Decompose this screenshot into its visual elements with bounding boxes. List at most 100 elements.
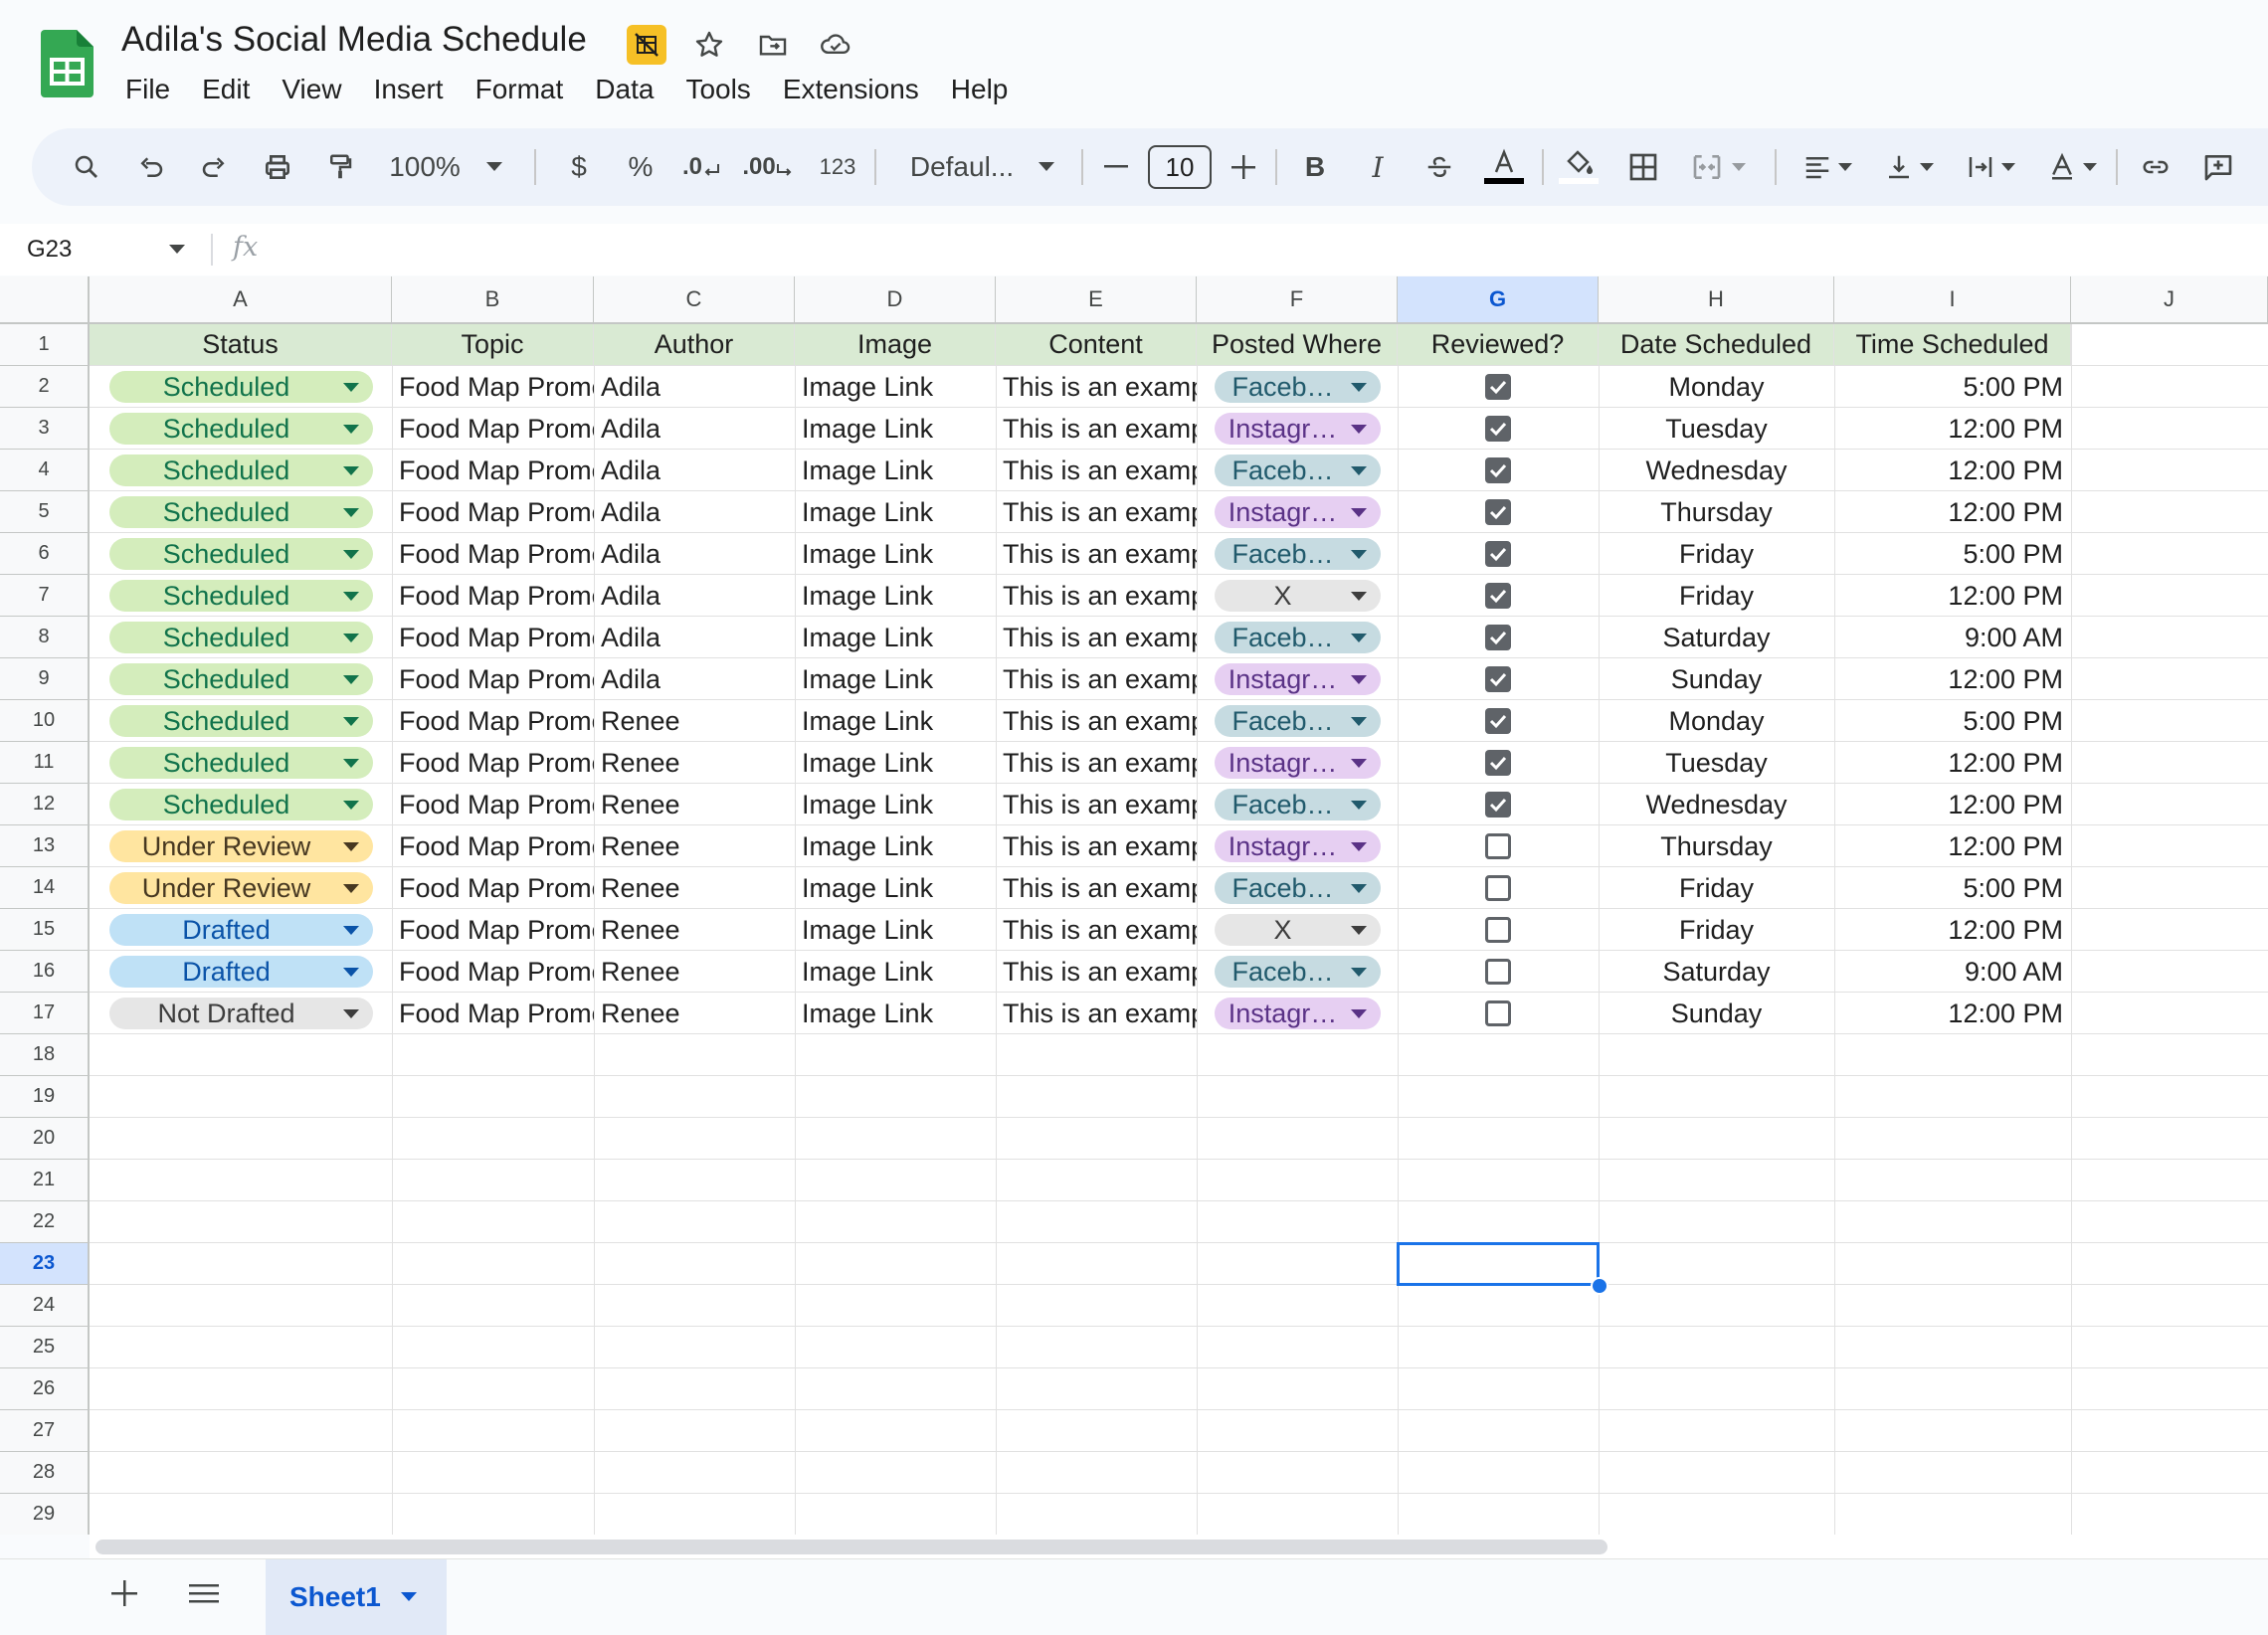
- merge-cells-icon[interactable]: [1678, 128, 1758, 206]
- reviewed-checkbox[interactable]: [1485, 625, 1511, 650]
- date-scheduled-cell[interactable]: Thursday: [1599, 491, 1834, 533]
- row-header-22[interactable]: 22: [0, 1201, 90, 1243]
- author-cell[interactable]: Adila: [594, 408, 795, 450]
- time-scheduled-cell[interactable]: 12:00 PM: [1834, 491, 2071, 533]
- topic-cell[interactable]: Food Map Promo: [392, 867, 594, 909]
- content-cell[interactable]: This is an example: [996, 700, 1197, 742]
- chevron-down-icon[interactable]: [343, 925, 359, 935]
- decrease-decimal-button[interactable]: .0: [676, 128, 726, 206]
- row-header-27[interactable]: 27: [0, 1410, 90, 1452]
- posted-where-dropdown[interactable]: Instagr…: [1215, 998, 1381, 1029]
- insert-comment-icon[interactable]: [2193, 128, 2243, 206]
- percent-format-button[interactable]: %: [621, 128, 661, 206]
- zoom-dropdown-icon[interactable]: [479, 128, 509, 206]
- print-icon[interactable]: [253, 128, 302, 206]
- horizontal-align-icon[interactable]: [1793, 128, 1862, 206]
- add-sheet-icon[interactable]: [104, 1573, 144, 1613]
- row-header-21[interactable]: 21: [0, 1160, 90, 1201]
- posted-where-dropdown[interactable]: Faceb…: [1215, 454, 1381, 486]
- chevron-down-icon[interactable]: [343, 967, 359, 977]
- column-header-i[interactable]: I: [1834, 276, 2071, 324]
- author-cell[interactable]: Adila: [594, 533, 795, 575]
- header-cell-author[interactable]: Author: [594, 324, 795, 366]
- reviewed-checkbox[interactable]: [1485, 541, 1511, 567]
- row-header-23[interactable]: 23: [0, 1243, 90, 1285]
- reviewed-checkbox[interactable]: [1485, 917, 1511, 943]
- move-to-folder-icon[interactable]: [753, 25, 793, 65]
- text-color-icon[interactable]: [1479, 128, 1529, 206]
- status-dropdown[interactable]: Scheduled: [109, 413, 373, 445]
- spreadsheet-grid[interactable]: A B C D E F G H I J 1 2 3 4 5 6 7 8 9 10 11 12 13 14 15 16 17 18 19 2…: [0, 276, 2268, 1535]
- chevron-down-icon[interactable]: [343, 465, 359, 475]
- star-icon[interactable]: [689, 25, 729, 65]
- image-cell[interactable]: Image Link: [795, 784, 996, 825]
- column-header-c[interactable]: C: [594, 276, 795, 324]
- time-scheduled-cell[interactable]: 12:00 PM: [1834, 825, 2071, 867]
- reviewed-checkbox[interactable]: [1485, 499, 1511, 525]
- status-dropdown[interactable]: Scheduled: [109, 580, 373, 612]
- chevron-down-icon[interactable]: [343, 883, 359, 893]
- posted-where-dropdown[interactable]: X: [1215, 580, 1381, 612]
- author-cell[interactable]: Adila: [594, 491, 795, 533]
- author-cell[interactable]: Renee: [594, 825, 795, 867]
- date-scheduled-cell[interactable]: Monday: [1599, 700, 1834, 742]
- author-cell[interactable]: Renee: [594, 909, 795, 951]
- chevron-down-icon[interactable]: [343, 716, 359, 726]
- row-header-26[interactable]: 26: [0, 1368, 90, 1410]
- status-dropdown[interactable]: Scheduled: [109, 789, 373, 820]
- time-scheduled-cell[interactable]: 9:00 AM: [1834, 951, 2071, 993]
- date-scheduled-cell[interactable]: Tuesday: [1599, 408, 1834, 450]
- chevron-down-icon[interactable]: [1351, 883, 1367, 893]
- status-dropdown[interactable]: Scheduled: [109, 371, 373, 403]
- time-scheduled-cell[interactable]: 12:00 PM: [1834, 784, 2071, 825]
- time-scheduled-cell[interactable]: 12:00 PM: [1834, 993, 2071, 1034]
- content-cell[interactable]: This is an example: [996, 742, 1197, 784]
- chevron-down-icon[interactable]: [1351, 633, 1367, 642]
- author-cell[interactable]: Renee: [594, 867, 795, 909]
- row-header-5[interactable]: 5: [0, 491, 90, 533]
- status-dropdown[interactable]: Scheduled: [109, 747, 373, 779]
- time-scheduled-cell[interactable]: 5:00 PM: [1834, 867, 2071, 909]
- chevron-down-icon[interactable]: [1351, 716, 1367, 726]
- image-cell[interactable]: Image Link: [795, 742, 996, 784]
- date-scheduled-cell[interactable]: Sunday: [1599, 658, 1834, 700]
- posted-where-dropdown[interactable]: Instagr…: [1215, 496, 1381, 528]
- posted-where-dropdown[interactable]: Faceb…: [1215, 538, 1381, 570]
- header-cell-content[interactable]: Content: [996, 324, 1197, 366]
- bold-button[interactable]: B: [1295, 128, 1335, 206]
- posted-where-dropdown[interactable]: Faceb…: [1215, 705, 1381, 737]
- row-header-1[interactable]: 1: [0, 324, 90, 366]
- row-header-2[interactable]: 2: [0, 366, 90, 408]
- strikethrough-icon[interactable]: [1419, 128, 1459, 206]
- time-scheduled-cell[interactable]: 5:00 PM: [1834, 533, 2071, 575]
- reviewed-checkbox[interactable]: [1485, 875, 1511, 901]
- chevron-down-icon[interactable]: [343, 841, 359, 851]
- menu-insert[interactable]: Insert: [358, 70, 460, 109]
- posted-where-dropdown[interactable]: Instagr…: [1215, 830, 1381, 862]
- row-header-13[interactable]: 13: [0, 825, 90, 867]
- chevron-down-icon[interactable]: [343, 633, 359, 642]
- time-scheduled-cell[interactable]: 9:00 AM: [1834, 617, 2071, 658]
- time-scheduled-cell[interactable]: 12:00 PM: [1834, 658, 2071, 700]
- topic-cell[interactable]: Food Map Promo: [392, 825, 594, 867]
- row-header-19[interactable]: 19: [0, 1076, 90, 1118]
- chevron-down-icon[interactable]: [343, 674, 359, 684]
- row-header-16[interactable]: 16: [0, 951, 90, 993]
- name-box-dropdown-icon[interactable]: [169, 242, 185, 260]
- status-dropdown[interactable]: Drafted: [109, 914, 373, 946]
- content-cell[interactable]: This is an example: [996, 909, 1197, 951]
- chevron-down-icon[interactable]: [343, 1008, 359, 1018]
- date-scheduled-cell[interactable]: Monday: [1599, 366, 1834, 408]
- status-dropdown[interactable]: Scheduled: [109, 454, 373, 486]
- date-scheduled-cell[interactable]: Wednesday: [1599, 450, 1834, 491]
- status-dropdown[interactable]: Scheduled: [109, 705, 373, 737]
- time-scheduled-cell[interactable]: 12:00 PM: [1834, 909, 2071, 951]
- topic-cell[interactable]: Food Map Promo: [392, 909, 594, 951]
- content-cell[interactable]: This is an example: [996, 867, 1197, 909]
- header-cell-date-scheduled[interactable]: Date Scheduled: [1599, 324, 1834, 366]
- content-cell[interactable]: This is an example: [996, 993, 1197, 1034]
- date-scheduled-cell[interactable]: Thursday: [1599, 825, 1834, 867]
- currency-format-button[interactable]: $: [559, 128, 599, 206]
- row-header-4[interactable]: 4: [0, 450, 90, 491]
- content-cell[interactable]: This is an example: [996, 366, 1197, 408]
